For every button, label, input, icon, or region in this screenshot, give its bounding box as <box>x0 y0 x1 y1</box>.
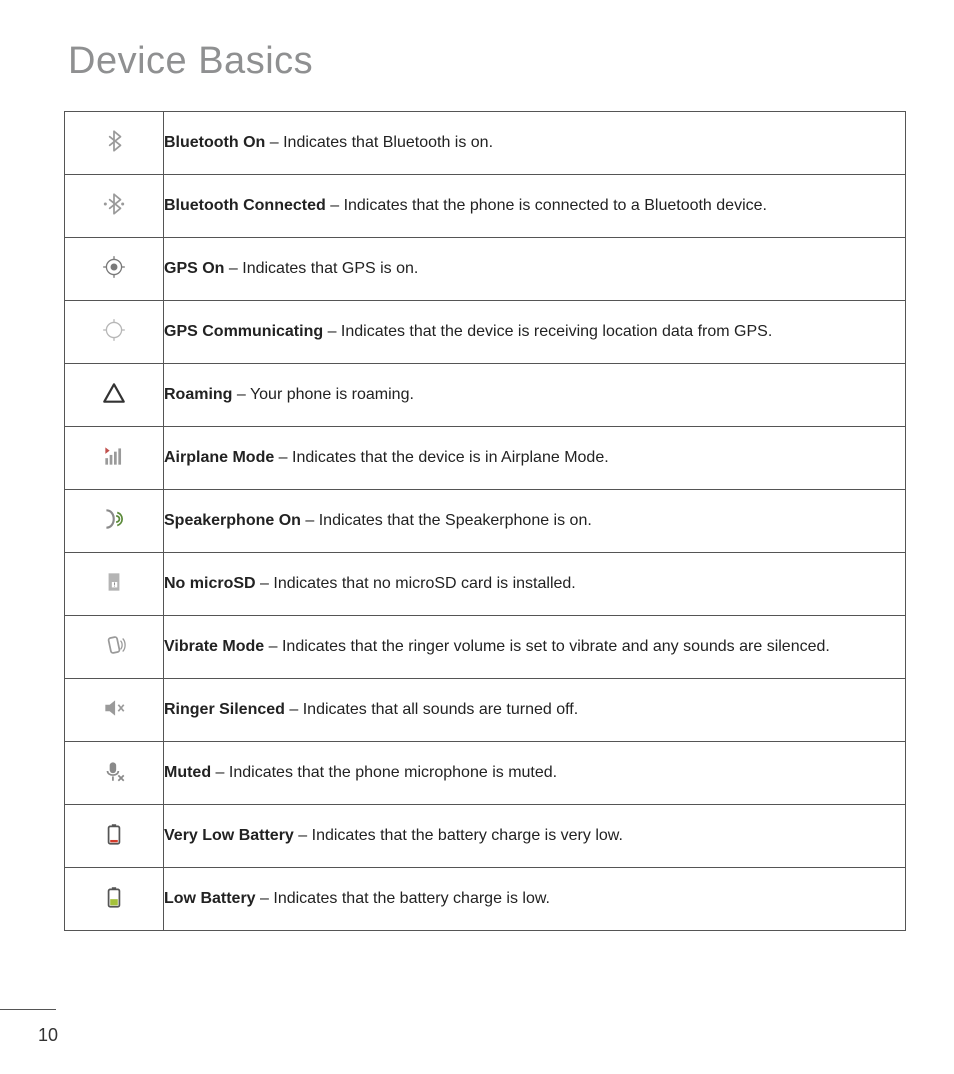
term: GPS On <box>164 260 224 277</box>
desc: Your phone is roaming. <box>250 386 414 403</box>
table-row: Bluetooth Connected – Indicates that the… <box>65 175 906 238</box>
desc-cell: Speakerphone On – Indicates that the Spe… <box>164 490 906 553</box>
desc-cell: GPS Communicating – Indicates that the d… <box>164 301 906 364</box>
term: Vibrate Mode <box>164 638 264 655</box>
icon-cell <box>65 742 164 805</box>
desc: Indicates that the device is in Airplane… <box>292 449 609 466</box>
table-row: Bluetooth On – Indicates that Bluetooth … <box>65 112 906 175</box>
desc-cell: Muted – Indicates that the phone microph… <box>164 742 906 805</box>
desc: Indicates that all sounds are turned off… <box>303 701 578 718</box>
desc-cell: Ringer Silenced – Indicates that all sou… <box>164 679 906 742</box>
desc: Indicates that the device is receiving l… <box>341 323 772 340</box>
gps-communicating-icon <box>101 330 127 347</box>
desc: Indicates that the battery charge is ver… <box>312 827 623 844</box>
icon-cell <box>65 490 164 553</box>
airplane-mode-icon <box>101 456 127 473</box>
term: Speakerphone On <box>164 512 301 529</box>
status-icons-table: Bluetooth On – Indicates that Bluetooth … <box>64 111 906 931</box>
desc-cell: Vibrate Mode – Indicates that the ringer… <box>164 616 906 679</box>
desc-cell: Roaming – Your phone is roaming. <box>164 364 906 427</box>
icon-cell <box>65 616 164 679</box>
desc: Indicates that the phone microphone is m… <box>229 764 557 781</box>
desc: Indicates that the battery charge is low… <box>273 890 550 907</box>
low-battery-icon <box>101 897 127 914</box>
icon-cell <box>65 238 164 301</box>
table-row: No microSD – Indicates that no microSD c… <box>65 553 906 616</box>
icon-cell <box>65 679 164 742</box>
desc-cell: GPS On – Indicates that GPS is on. <box>164 238 906 301</box>
term: Bluetooth Connected <box>164 197 326 214</box>
footer-rule <box>0 1009 56 1010</box>
page-title: Device Basics <box>68 40 906 83</box>
icon-cell <box>65 301 164 364</box>
roaming-icon <box>101 393 127 410</box>
bluetooth-connected-icon <box>101 204 127 221</box>
icon-cell <box>65 553 164 616</box>
term: Low Battery <box>164 890 256 907</box>
muted-icon <box>101 771 127 788</box>
desc-cell: Airplane Mode – Indicates that the devic… <box>164 427 906 490</box>
term: GPS Communicating <box>164 323 323 340</box>
desc: Indicates that the Speakerphone is on. <box>319 512 592 529</box>
gps-on-icon <box>101 267 127 284</box>
desc-cell: Very Low Battery – Indicates that the ba… <box>164 805 906 868</box>
vibrate-mode-icon <box>101 645 127 662</box>
table-row: Muted – Indicates that the phone microph… <box>65 742 906 805</box>
desc-cell: Bluetooth Connected – Indicates that the… <box>164 175 906 238</box>
table-row: GPS Communicating – Indicates that the d… <box>65 301 906 364</box>
term: Bluetooth On <box>164 134 265 151</box>
icon-cell <box>65 805 164 868</box>
icon-cell <box>65 427 164 490</box>
desc: Indicates that Bluetooth is on. <box>283 134 493 151</box>
desc-cell: Bluetooth On – Indicates that Bluetooth … <box>164 112 906 175</box>
icon-cell <box>65 868 164 931</box>
page-number: 10 <box>38 1025 58 1046</box>
term: Ringer Silenced <box>164 701 285 718</box>
icon-cell <box>65 364 164 427</box>
table-row: Roaming – Your phone is roaming. <box>65 364 906 427</box>
desc: Indicates that the ringer volume is set … <box>282 638 830 655</box>
icon-cell <box>65 175 164 238</box>
manual-page: Device Basics Bluetooth On – Indicates t… <box>0 0 954 1074</box>
bluetooth-icon <box>101 141 127 158</box>
very-low-battery-icon <box>101 834 127 851</box>
term: No microSD <box>164 575 256 592</box>
table-row: Very Low Battery – Indicates that the ba… <box>65 805 906 868</box>
table-row: Airplane Mode – Indicates that the devic… <box>65 427 906 490</box>
term: Very Low Battery <box>164 827 294 844</box>
term: Muted <box>164 764 211 781</box>
table-row: Vibrate Mode – Indicates that the ringer… <box>65 616 906 679</box>
table-row: Speakerphone On – Indicates that the Spe… <box>65 490 906 553</box>
speakerphone-icon <box>101 519 127 536</box>
ringer-silenced-icon <box>101 708 127 725</box>
table-row: GPS On – Indicates that GPS is on. <box>65 238 906 301</box>
desc: Indicates that no microSD card is instal… <box>273 575 575 592</box>
desc: Indicates that the phone is connected to… <box>344 197 767 214</box>
no-microsd-icon <box>101 582 127 599</box>
desc-cell: No microSD – Indicates that no microSD c… <box>164 553 906 616</box>
desc: Indicates that GPS is on. <box>242 260 418 277</box>
table-row: Ringer Silenced – Indicates that all sou… <box>65 679 906 742</box>
table-row: Low Battery – Indicates that the battery… <box>65 868 906 931</box>
term: Airplane Mode <box>164 449 274 466</box>
icon-cell <box>65 112 164 175</box>
term: Roaming <box>164 386 232 403</box>
desc-cell: Low Battery – Indicates that the battery… <box>164 868 906 931</box>
